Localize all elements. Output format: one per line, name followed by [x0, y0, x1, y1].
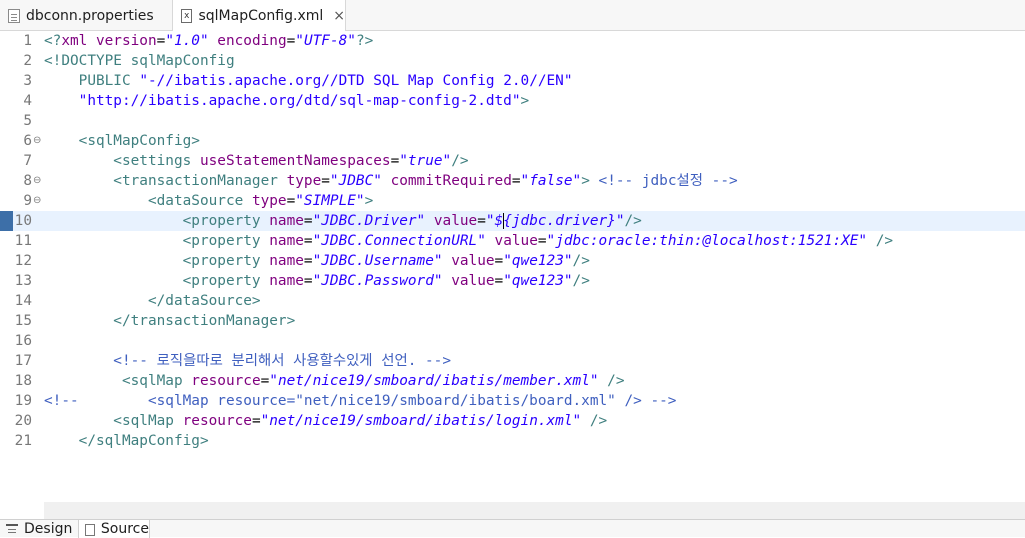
code-line[interactable]: 14 </dataSource>	[0, 291, 1025, 311]
line-number: 17	[14, 353, 32, 369]
code-text: <property name="JDBC.Password" value="qw…	[44, 273, 590, 289]
source-view-icon	[85, 524, 95, 536]
line-number: 9	[23, 193, 32, 209]
tab-source[interactable]: Source	[78, 520, 150, 538]
code-line[interactable]: 7 <settings useStatementNamespaces="true…	[0, 151, 1025, 171]
line-number: 10	[14, 213, 32, 229]
code-text: <sqlMap resource="net/nice19/smboard/iba…	[44, 373, 625, 389]
tab-design[interactable]: Design	[0, 520, 78, 538]
xml-file-icon: x	[181, 9, 193, 23]
code-text: <!DOCTYPE sqlMapConfig	[44, 53, 235, 69]
code-line[interactable]: 17 <!-- 로직을따로 분리해서 사용할수있게 선언. -->	[0, 351, 1025, 371]
source-editor[interactable]: 1 <?xml version="1.0" encoding="UTF-8"?> 2…	[0, 31, 1025, 502]
tab-source-label: Source	[100, 521, 149, 537]
code-line[interactable]: 16	[0, 331, 1025, 351]
line-number: 11	[14, 233, 32, 249]
code-text: PUBLIC "-//ibatis.apache.org//DTD SQL Ma…	[44, 73, 573, 89]
fold-toggle-icon[interactable]: ⊖	[33, 131, 41, 151]
line-number: 19	[14, 393, 32, 409]
code-text: <sqlMapConfig>	[44, 133, 200, 149]
line-number: 4	[23, 93, 32, 109]
code-line[interactable]: 2 <!DOCTYPE sqlMapConfig	[0, 51, 1025, 71]
code-text: </dataSource>	[44, 293, 261, 309]
fold-toggle-icon[interactable]: ⊖	[33, 191, 41, 211]
line-number: 7	[23, 153, 32, 169]
editor-tab-bar: dbconn.properties x sqlMapConfig.xml ×	[0, 0, 1025, 32]
design-view-icon	[6, 524, 18, 536]
code-line[interactable]: 6 ⊖ <sqlMapConfig>	[0, 131, 1025, 151]
code-line[interactable]: 4 "http://ibatis.apache.org/dtd/sql-map-…	[0, 91, 1025, 111]
code-line[interactable]: 21 </sqlMapConfig>	[0, 431, 1025, 451]
code-text: <?xml version="1.0" encoding="UTF-8"?>	[44, 33, 374, 49]
code-text: </transactionManager>	[44, 313, 296, 329]
code-text: <!-- <sqlMap resource="net/nice19/smboar…	[44, 393, 677, 409]
line-number: 21	[14, 433, 32, 449]
properties-file-icon	[8, 8, 20, 23]
code-text: <dataSource type="SIMPLE">	[44, 193, 374, 209]
line-number: 6	[23, 133, 32, 149]
tab-dbconn-properties[interactable]: dbconn.properties	[0, 0, 172, 31]
line-number: 15	[14, 313, 32, 329]
code-line[interactable]: 10 <property name="JDBC.Driver" value="$…	[0, 211, 1025, 231]
code-line[interactable]: 1 <?xml version="1.0" encoding="UTF-8"?>	[0, 31, 1025, 51]
code-line[interactable]: 8 ⊖ <transactionManager type="JDBC" commi…	[0, 171, 1025, 191]
tab-design-label: Design	[24, 521, 73, 537]
code-line[interactable]: 12 <property name="JDBC.Username" value=…	[0, 251, 1025, 271]
code-text: <!-- 로직을따로 분리해서 사용할수있게 선언. -->	[44, 353, 452, 369]
line-number: 16	[14, 333, 32, 349]
code-line[interactable]: 13 <property name="JDBC.Password" value=…	[0, 271, 1025, 291]
code-text: </sqlMapConfig>	[44, 433, 209, 449]
code-text: "http://ibatis.apache.org/dtd/sql-map-co…	[44, 93, 530, 109]
horizontal-scrollbar[interactable]	[44, 502, 1025, 519]
code-line[interactable]: 19 <!-- <sqlMap resource="net/nice19/smbo…	[0, 391, 1025, 411]
line-number: 8	[23, 173, 32, 189]
code-line[interactable]: 5	[0, 111, 1025, 131]
code-text: <transactionManager type="JDBC" commitRe…	[44, 173, 738, 189]
code-line[interactable]: 9 ⊖ <dataSource type="SIMPLE">	[0, 191, 1025, 211]
close-icon[interactable]: ×	[333, 8, 345, 24]
line-number: 14	[14, 293, 32, 309]
tab-label: sqlMapConfig.xml	[198, 8, 324, 24]
line-number: 2	[23, 53, 32, 69]
line-number: 20	[14, 413, 32, 429]
tab-label: dbconn.properties	[26, 7, 154, 24]
line-number: 18	[14, 373, 32, 389]
code-text: <property name="JDBC.ConnectionURL" valu…	[44, 233, 894, 249]
line-number: 3	[23, 73, 32, 89]
fold-toggle-icon[interactable]: ⊖	[33, 171, 41, 191]
code-text: <property name="JDBC.Driver" value="${jd…	[44, 213, 642, 229]
code-text: <sqlMap resource="net/nice19/smboard/iba…	[44, 413, 608, 429]
line-number: 12	[14, 253, 32, 269]
code-line[interactable]: 18 <sqlMap resource="net/nice19/smboard/…	[0, 371, 1025, 391]
code-line[interactable]: 3 PUBLIC "-//ibatis.apache.org//DTD SQL …	[0, 71, 1025, 91]
code-line[interactable]: 15 </transactionManager>	[0, 311, 1025, 331]
tab-sqlmapconfig-xml[interactable]: x sqlMapConfig.xml ×	[172, 0, 346, 32]
code-line[interactable]: 20 <sqlMap resource="net/nice19/smboard/…	[0, 411, 1025, 431]
line-number: 13	[14, 273, 32, 289]
editor-view-tabs: Design Source	[0, 519, 1025, 538]
code-text: <property name="JDBC.Username" value="qw…	[44, 253, 590, 269]
code-line[interactable]: 11 <property name="JDBC.ConnectionURL" v…	[0, 231, 1025, 251]
line-number: 1	[23, 33, 32, 49]
code-text: <settings useStatementNamespaces="true"/…	[44, 153, 469, 169]
line-number: 5	[23, 113, 32, 129]
